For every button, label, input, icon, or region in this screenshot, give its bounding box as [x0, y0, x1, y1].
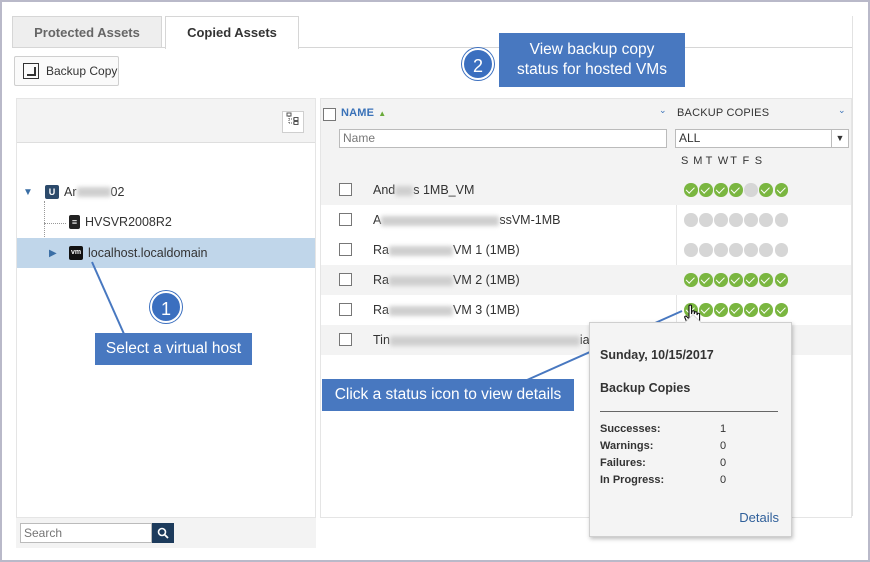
popup-title: Backup Copies: [600, 381, 691, 395]
popup-divider: [600, 411, 778, 412]
popup-row-value: 0: [720, 440, 727, 452]
details-link[interactable]: Details: [739, 510, 779, 525]
popup-row-label: Failures:: [600, 457, 646, 469]
popup-row-label: In Progress:: [600, 474, 665, 486]
callout-select-host: Select a virtual host: [95, 333, 252, 365]
callout-line: status for hosted VMs: [517, 61, 667, 78]
popup-row-label: Successes:: [600, 423, 661, 435]
popup-date: Sunday, 10/15/2017: [600, 348, 714, 362]
popup-row-failures: Failures: 0: [600, 457, 780, 469]
popup-row-value: 1: [720, 423, 727, 435]
popup-row-successes: Successes: 1: [600, 423, 780, 435]
step-badge-1: 1: [150, 291, 182, 323]
step-badge-2: 2: [462, 48, 494, 80]
popup-row-in-progress: In Progress: 0: [600, 474, 780, 486]
backup-status-popup: Sunday, 10/15/2017 Backup Copies Success…: [589, 314, 792, 537]
callout-view-status: View backup copy status for hosted VMs: [499, 33, 685, 87]
callout-click-status: Click a status icon to view details: [322, 379, 574, 411]
popup-row-value: 0: [720, 457, 727, 469]
callout-line: View backup copy: [529, 41, 655, 58]
popup-row-label: Warnings:: [600, 440, 654, 452]
popup-row-warnings: Warnings: 0: [600, 440, 780, 452]
popup-row-value: 0: [720, 474, 727, 486]
